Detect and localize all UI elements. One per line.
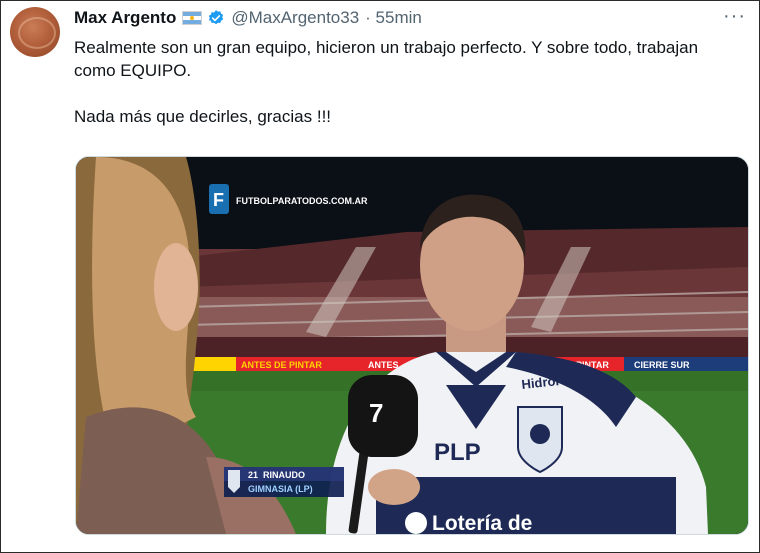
argentina-flag-icon (182, 11, 203, 25)
broadcaster-logo-icon: F (213, 190, 224, 210)
author-avatar[interactable] (10, 7, 60, 57)
tweet-text: Realmente son un gran equipo, hicieron u… (74, 36, 744, 128)
ad-board-text-2: ANTES (368, 360, 399, 370)
more-options-icon[interactable]: ··· (723, 6, 746, 26)
tweet-header: Max Argento @MaxArgento33 · 55min (74, 6, 422, 30)
mic-logo-icon: 7 (369, 398, 383, 428)
caption-team: GIMNASIA (LP) (248, 484, 313, 494)
caption-number: 21 (248, 470, 258, 480)
tweet-timestamp[interactable]: · 55min (365, 8, 422, 28)
tweet-media-image[interactable]: ANTES DE PINTAR ANTES PINTAR CIERRE SUR … (75, 156, 749, 535)
bottom-sponsor: Lotería de (432, 512, 532, 534)
tweet-text-paragraph-2: Nada más que decirles, gracias !!! (74, 107, 332, 126)
broadcaster-name: FUTBOLPARATODOS.COM.AR (236, 196, 368, 206)
ad-board-text-4: CIERRE SUR (634, 360, 690, 370)
author-name[interactable]: Max Argento (74, 8, 176, 28)
author-handle[interactable]: @MaxArgento33 (231, 8, 359, 28)
tweet-text-paragraph-1: Realmente son un gran equipo, hicieron u… (74, 38, 699, 80)
chest-sponsor: PLP (434, 439, 481, 466)
ad-board-text-1: ANTES DE PINTAR (241, 360, 322, 370)
caption-name: RINAUDO (263, 470, 305, 480)
verified-badge-icon (209, 10, 224, 25)
